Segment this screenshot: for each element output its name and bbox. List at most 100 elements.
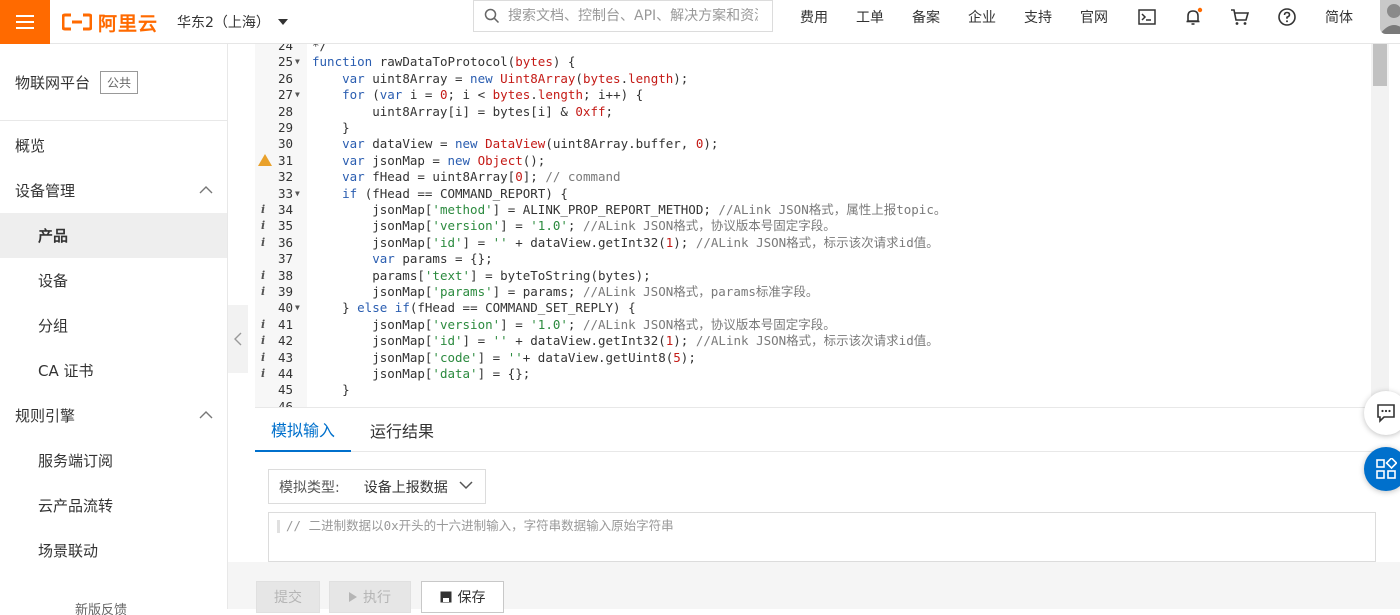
info-marker-icon: i: [261, 350, 266, 364]
code-line[interactable]: 31 var jsonMap = new Object();: [255, 153, 1370, 169]
sidebar-item-server-subscription[interactable]: 服务端订阅: [0, 438, 227, 483]
logo-icon: [62, 13, 92, 31]
nav-icp[interactable]: 备案: [912, 7, 940, 27]
chevron-down-icon: [459, 481, 473, 490]
code-text: var dataView = new DataView(uint8Array.b…: [342, 136, 719, 152]
info-marker-icon: i: [261, 203, 266, 216]
info-marker-icon: i: [261, 317, 266, 331]
terminal-icon[interactable]: [1137, 7, 1157, 27]
feedback-link[interactable]: 新版反馈: [75, 601, 127, 615]
fold-arrow-icon[interactable]: ▼: [295, 300, 300, 316]
chat-float-button[interactable]: [1364, 391, 1400, 435]
avatar[interactable]: [1380, 0, 1400, 34]
submit-button[interactable]: 提交: [256, 581, 320, 613]
tab-run-result[interactable]: 运行结果: [370, 408, 434, 452]
aliyun-logo[interactable]: 阿里云: [62, 8, 158, 36]
region-label: 华东2（上海）: [177, 15, 270, 31]
code-text: jsonMap['version'] = '1.0'; //ALink JSON…: [312, 218, 836, 234]
code-line[interactable]: 28 uint8Array[i] = bytes[i] & 0xff;: [255, 104, 1370, 120]
code-text: var uint8Array = new Uint8Array(bytes.le…: [342, 70, 689, 86]
sidebar-item-label: 场景联动: [38, 542, 99, 560]
sidebar-item-label: 设备管理: [15, 182, 76, 200]
code-line[interactable]: 45 }: [255, 382, 1370, 398]
cart-icon[interactable]: [1230, 7, 1250, 27]
editor-scrollbar-thumb[interactable]: [1373, 44, 1387, 86]
code-line[interactable]: 36 i jsonMap['id'] = '' + dataView.getInt…: [255, 235, 1370, 251]
code-line[interactable]: 39 i jsonMap['params'] = params; //ALink …: [255, 284, 1370, 300]
code-line[interactable]: 38 i params['text'] = byteToString(bytes)…: [255, 268, 1370, 284]
play-icon: [349, 592, 357, 602]
line-number: 29: [277, 120, 293, 135]
code-line[interactable]: 25 ▼ function rawDataToProtocol(bytes) {: [255, 54, 1370, 70]
sidebar-item-label: 设备: [38, 272, 69, 290]
code-line[interactable]: 40 ▼ } else if(fHead == COMMAND_SET_REPLY…: [255, 300, 1370, 316]
nav-official-site[interactable]: 官网: [1080, 7, 1108, 27]
help-icon[interactable]: [1277, 7, 1297, 27]
region-selector[interactable]: 华东2（上海）: [177, 0, 288, 44]
save-icon: [440, 591, 451, 603]
nav-enterprise[interactable]: 企业: [968, 7, 996, 27]
sidebar-item-products[interactable]: 产品: [0, 213, 227, 258]
sidebar-item-devices[interactable]: 设备: [0, 258, 227, 303]
code-line[interactable]: 46: [255, 399, 1370, 407]
info-marker-icon: i: [261, 219, 266, 233]
code-line[interactable]: 26 var uint8Array = new Uint8Array(bytes…: [255, 71, 1370, 87]
code-text: params['text'] = byteToString(bytes);: [312, 267, 651, 283]
sidebar-group-device-management[interactable]: 设备管理: [0, 168, 227, 213]
code-line[interactable]: 30 var dataView = new DataView(uint8Arra…: [255, 136, 1370, 152]
tab-simulated-input[interactable]: 模拟输入: [255, 408, 351, 452]
sidebar-item-ca-certs[interactable]: CA 证书: [0, 348, 227, 393]
fold-arrow-icon[interactable]: ▼: [295, 54, 300, 70]
code-line[interactable]: 29 }: [255, 120, 1370, 136]
chevron-up-icon: [199, 411, 213, 419]
menu-icon[interactable]: [0, 0, 50, 44]
sidebar-collapse-button[interactable]: [228, 305, 248, 373]
code-text: var params = {};: [372, 251, 493, 267]
nav-tickets[interactable]: 工单: [856, 7, 884, 27]
code-line[interactable]: 24 */: [255, 44, 1370, 54]
chevron-up-icon: [199, 186, 213, 194]
code-text: var jsonMap = new Object();: [342, 152, 546, 168]
simulation-type-select[interactable]: 模拟类型: 设备上报数据: [268, 469, 486, 504]
simulation-input-field[interactable]: // 二进制数据以0x开头的十六进制输入，字符串数据输入原始字符串: [268, 512, 1376, 562]
code-editor[interactable]: 24 */25 ▼ function rawDataToProtocol(bytes)…: [255, 44, 1370, 408]
code-line[interactable]: 34 i jsonMap['method'] = ALINK_PROP_REPOR…: [255, 202, 1370, 218]
bell-icon[interactable]: [1183, 7, 1203, 27]
run-button[interactable]: 执行: [329, 581, 411, 613]
language-switch[interactable]: 简体: [1325, 0, 1353, 34]
code-line[interactable]: 35 i jsonMap['version'] = '1.0'; //ALink …: [255, 218, 1370, 234]
info-marker-icon: i: [261, 285, 266, 298]
code-line[interactable]: 32 var fHead = uint8Array[0]; // command: [255, 169, 1370, 185]
nav-fees[interactable]: 费用: [800, 7, 828, 27]
info-marker-icon: i: [261, 268, 266, 282]
sidebar-group-rules-engine[interactable]: 规则引擎: [0, 393, 227, 438]
apps-float-button[interactable]: [1364, 447, 1400, 491]
top-bar: 阿里云 华东2（上海） 费用 工单 备案 企业 支持 官网 简体: [0, 0, 1400, 44]
nav-support[interactable]: 支持: [1024, 7, 1052, 27]
fold-arrow-icon[interactable]: ▼: [295, 87, 300, 103]
code-text: if (fHead == COMMAND_REPORT) {: [342, 185, 568, 201]
search-box[interactable]: [473, 0, 773, 32]
code-line[interactable]: 43 i jsonMap['code'] = ''+ dataView.getUi…: [255, 350, 1370, 366]
search-input[interactable]: [508, 8, 758, 24]
sidebar-item-overview[interactable]: 概览: [0, 123, 227, 168]
sidebar-header: 物联网平台 公共: [0, 44, 227, 121]
code-line[interactable]: 42 i jsonMap['id'] = '' + dataView.getInt…: [255, 333, 1370, 349]
editor-scrollbar[interactable]: [1371, 44, 1389, 408]
simulation-type-value: 设备上报数据: [363, 479, 448, 496]
submit-label: 提交: [274, 590, 302, 606]
code-line[interactable]: 27 ▼ for (var i = 0; i < bytes.length; i+…: [255, 87, 1370, 103]
sidebar-item-groups[interactable]: 分组: [0, 303, 227, 348]
code-text: jsonMap['version'] = '1.0'; //ALink JSON…: [312, 316, 836, 332]
sidebar-item-label: CA 证书: [38, 362, 94, 380]
sidebar-item-label: 产品: [38, 227, 69, 245]
save-button[interactable]: 保存: [421, 581, 504, 613]
code-line[interactable]: 41 i jsonMap['version'] = '1.0'; //ALink …: [255, 317, 1370, 333]
sidebar-item-label: 规则引擎: [15, 407, 76, 425]
sidebar-item-data-forwarding[interactable]: 云产品流转: [0, 483, 227, 528]
fold-arrow-icon[interactable]: ▼: [295, 186, 300, 202]
sidebar-item-scene-orchestration[interactable]: 场景联动: [0, 528, 227, 573]
code-line[interactable]: 33 ▼ if (fHead == COMMAND_REPORT) {: [255, 186, 1370, 202]
code-line[interactable]: 37 var params = {};: [255, 251, 1370, 267]
code-line[interactable]: 44 i jsonMap['data'] = {};: [255, 366, 1370, 382]
